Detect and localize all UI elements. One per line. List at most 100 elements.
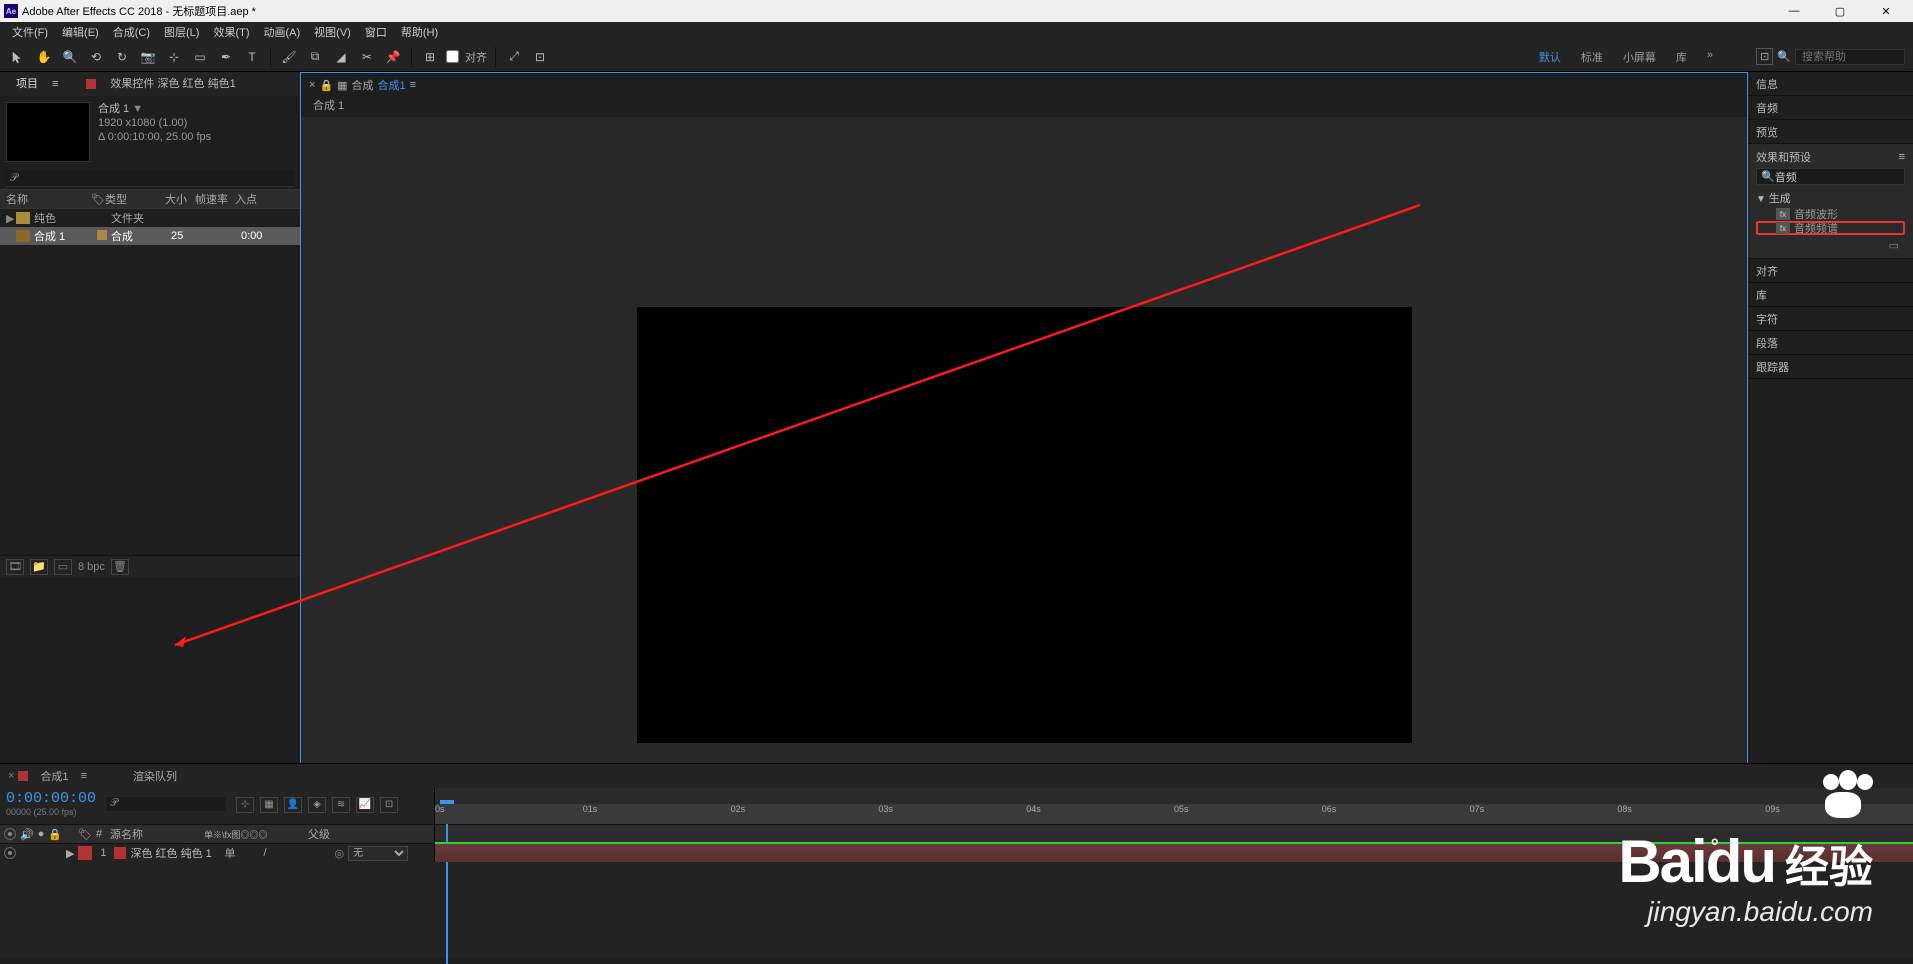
bit-depth[interactable]: 8 bpc bbox=[78, 561, 105, 573]
workspace-more[interactable]: » bbox=[1707, 49, 1713, 65]
snap-icon[interactable]: ⊞ bbox=[420, 47, 440, 67]
panel-audio[interactable]: 音频 bbox=[1748, 96, 1913, 120]
menu-file[interactable]: 文件(F) bbox=[6, 24, 54, 40]
panel-align[interactable]: 对齐 bbox=[1748, 259, 1913, 283]
timeline-tab-comp[interactable]: 合成1 bbox=[32, 766, 76, 786]
new-bin-icon[interactable]: ▭ bbox=[1889, 240, 1899, 252]
col-size[interactable]: 大小 bbox=[165, 191, 195, 207]
interpret-footage-icon[interactable]: 🎞 bbox=[6, 559, 24, 575]
clone-tool[interactable]: ⧉ bbox=[305, 47, 325, 67]
panel-menu-icon[interactable]: ≡ bbox=[52, 78, 58, 90]
col-type[interactable]: 类型 bbox=[105, 191, 165, 207]
col-label-icon[interactable]: 🏷 bbox=[91, 193, 105, 206]
col-in[interactable]: 入点 bbox=[235, 191, 265, 207]
col-name[interactable]: 名称 bbox=[6, 191, 91, 207]
panel-info[interactable]: 信息 bbox=[1748, 72, 1913, 96]
rotate-tool[interactable]: ↻ bbox=[112, 47, 132, 67]
draft-3d-icon[interactable]: ▦ bbox=[260, 797, 278, 813]
parent-dropdown[interactable]: 无 bbox=[348, 846, 408, 861]
menu-animation[interactable]: 动画(A) bbox=[258, 24, 307, 40]
layer-video-toggle[interactable] bbox=[4, 847, 16, 859]
snap-checkbox[interactable] bbox=[446, 50, 459, 63]
effects-search-input[interactable] bbox=[1775, 171, 1913, 183]
composition-canvas[interactable] bbox=[637, 307, 1412, 743]
timeline-timecode[interactable]: 0:00:00:00 bbox=[6, 790, 96, 807]
comp-thumbnail[interactable] bbox=[6, 102, 90, 162]
timeline-search-input[interactable] bbox=[106, 797, 226, 811]
brush-tool[interactable]: 🖌 bbox=[279, 47, 299, 67]
col-fps[interactable]: 帧速率 bbox=[195, 191, 235, 207]
effects-panel-title[interactable]: 效果和预设 bbox=[1756, 149, 1811, 165]
puppet-tool[interactable]: 📌 bbox=[383, 47, 403, 67]
menu-window[interactable]: 窗口 bbox=[359, 24, 393, 40]
orbit-tool[interactable]: ⟲ bbox=[86, 47, 106, 67]
workspace-library[interactable]: 库 bbox=[1676, 49, 1687, 65]
workspace-standard[interactable]: 标准 bbox=[1581, 49, 1603, 65]
effect-controls-tab[interactable]: 效果控件 深色 红色 纯色1 bbox=[102, 73, 243, 95]
close-panel-icon[interactable]: × bbox=[309, 79, 315, 91]
frame-blend-icon[interactable]: ◈ bbox=[308, 797, 326, 813]
menu-layer[interactable]: 图层(L) bbox=[158, 24, 205, 40]
close-tab-icon[interactable]: × bbox=[8, 770, 14, 782]
effect-group-generate[interactable]: ▼ 生成 bbox=[1756, 189, 1905, 207]
maximize-button[interactable]: ▢ bbox=[1817, 0, 1863, 22]
motion-blur-icon[interactable]: ≋ bbox=[332, 797, 350, 813]
timeline-layer-row[interactable]: ▶ 1 深色 红色 纯色 1 单 / ◎ 无 bbox=[0, 844, 1913, 862]
eraser-tool[interactable]: ◢ bbox=[331, 47, 351, 67]
workspace-default[interactable]: 默认 bbox=[1539, 49, 1561, 65]
menu-effect[interactable]: 效果(T) bbox=[207, 24, 255, 40]
brainstorm-icon[interactable]: ⊡ bbox=[380, 797, 398, 813]
pickwhip-icon[interactable]: ◎ bbox=[335, 847, 345, 860]
layer-name[interactable]: 深色 红色 纯色 1 bbox=[130, 845, 220, 861]
selection-tool[interactable] bbox=[8, 47, 28, 67]
project-search-input[interactable] bbox=[6, 170, 294, 187]
col-parent[interactable]: 父级 bbox=[308, 826, 330, 842]
panel-paragraph[interactable]: 段落 bbox=[1748, 331, 1913, 355]
panel-character[interactable]: 字符 bbox=[1748, 307, 1913, 331]
panel-preview[interactable]: 预览 bbox=[1748, 120, 1913, 144]
hand-tool[interactable]: ✋ bbox=[34, 47, 54, 67]
rect-tool[interactable]: ▭ bbox=[190, 47, 210, 67]
lock-icon[interactable]: 🔒 bbox=[319, 79, 333, 92]
hide-shy-icon[interactable]: 👤 bbox=[284, 797, 302, 813]
panel-menu-icon[interactable]: ≡ bbox=[81, 770, 87, 782]
layer-label-swatch[interactable] bbox=[78, 846, 92, 860]
text-tool[interactable]: T bbox=[242, 47, 262, 67]
camera-tool[interactable]: 📷 bbox=[138, 47, 158, 67]
comp-active-name[interactable]: 合成1 bbox=[378, 77, 406, 93]
menu-view[interactable]: 视图(V) bbox=[308, 24, 357, 40]
panel-menu-icon[interactable]: ≡ bbox=[410, 79, 416, 91]
pan-behind-tool[interactable]: ⊹ bbox=[164, 47, 184, 67]
panel-library[interactable]: 库 bbox=[1748, 283, 1913, 307]
comp-mini-flow-icon[interactable]: ⊹ bbox=[236, 797, 254, 813]
graph-editor-icon[interactable]: 📈 bbox=[356, 797, 374, 813]
project-row-folder[interactable]: ▶ 纯色 文件夹 bbox=[0, 209, 300, 227]
effect-audio-waveform[interactable]: fx音频波形 bbox=[1756, 207, 1905, 221]
new-comp-icon[interactable]: ▭ bbox=[54, 559, 72, 575]
panel-menu-icon[interactable]: ≡ bbox=[1899, 151, 1905, 163]
minimize-button[interactable]: — bbox=[1771, 0, 1817, 22]
close-button[interactable]: ✕ bbox=[1863, 0, 1909, 22]
menu-help[interactable]: 帮助(H) bbox=[395, 24, 444, 40]
panel-tracker[interactable]: 跟踪器 bbox=[1748, 355, 1913, 379]
flowchart-crumb[interactable]: 合成 1 bbox=[313, 100, 344, 112]
snap-opt2[interactable]: ⊡ bbox=[530, 47, 550, 67]
pen-tool[interactable]: ✒ bbox=[216, 47, 236, 67]
help-search-input[interactable] bbox=[1795, 49, 1905, 65]
snap-opt1[interactable]: ⤢ bbox=[504, 47, 524, 67]
new-folder-icon[interactable]: 📁 bbox=[30, 559, 48, 575]
layer-switch-quality[interactable]: 单 bbox=[224, 845, 235, 861]
roto-tool[interactable]: ✂ bbox=[357, 47, 377, 67]
sync-icon[interactable]: ⊡ bbox=[1756, 48, 1773, 65]
layer-bar[interactable] bbox=[435, 844, 1913, 862]
menu-edit[interactable]: 编辑(E) bbox=[56, 24, 105, 40]
project-row-comp[interactable]: 合成 1 合成 25 0:00 bbox=[0, 227, 300, 245]
trash-icon[interactable]: 🗑 bbox=[111, 559, 129, 575]
timeline-tab-render-queue[interactable]: 渲染队列 bbox=[125, 766, 185, 786]
col-source-name[interactable]: 源名称 bbox=[110, 826, 200, 842]
menu-composition[interactable]: 合成(C) bbox=[107, 24, 156, 40]
zoom-tool[interactable]: 🔍 bbox=[60, 47, 80, 67]
timeline-ruler[interactable]: 0s01s02s03s04s05s06s07s08s09s10s bbox=[435, 788, 1913, 824]
effect-audio-spectrum[interactable]: fx音频频谱 bbox=[1756, 221, 1905, 235]
workspace-small[interactable]: 小屏幕 bbox=[1623, 49, 1656, 65]
